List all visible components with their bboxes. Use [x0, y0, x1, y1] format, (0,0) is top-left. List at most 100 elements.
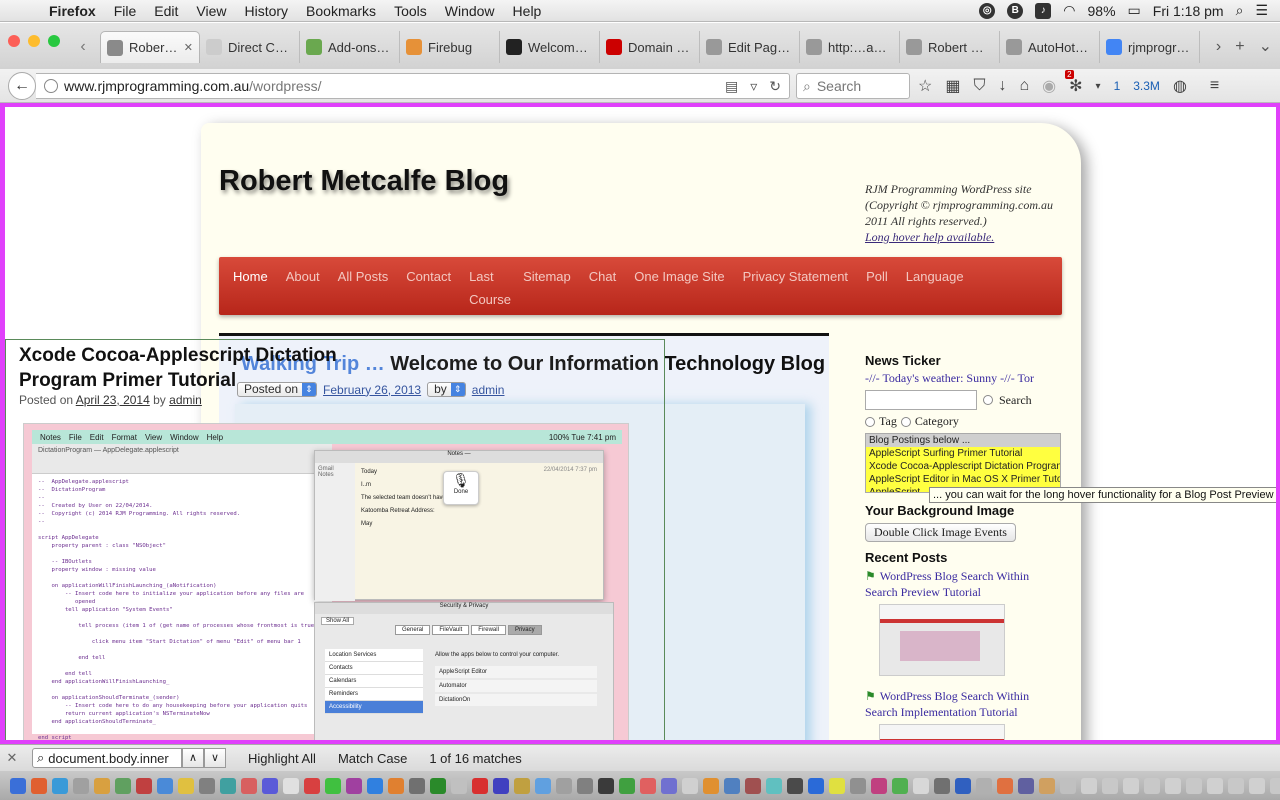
- dock-app-icon[interactable]: [913, 777, 929, 794]
- dock-app-icon[interactable]: [220, 777, 236, 794]
- dock-app-icon[interactable]: [1123, 777, 1139, 794]
- tab-4[interactable]: Welcome…: [500, 31, 600, 63]
- dock-app-icon[interactable]: [73, 777, 89, 794]
- tab-9[interactable]: AutoHotK…: [1000, 31, 1100, 63]
- category-radio[interactable]: [900, 416, 911, 427]
- dock-app-icon[interactable]: [262, 777, 278, 794]
- dock-app-icon[interactable]: [304, 777, 320, 794]
- dock-app-icon[interactable]: [535, 777, 551, 794]
- dock-app-icon[interactable]: [325, 777, 341, 794]
- dock-app-icon[interactable]: [178, 777, 194, 794]
- bookmark-star-icon[interactable]: ☆: [918, 76, 932, 96]
- news-ticker[interactable]: -//- Today's weather: Sunny -//- Tor: [865, 371, 1061, 386]
- notification-center-icon[interactable]: ☰: [1255, 2, 1268, 19]
- blog-posting-item[interactable]: AppleScript Editor in Mac OS X Primer Tu…: [866, 473, 1060, 486]
- dock-app-icon[interactable]: [745, 777, 761, 794]
- chat-icon[interactable]: ◍: [1173, 76, 1187, 96]
- menu-history[interactable]: History: [235, 3, 297, 19]
- battery-percent[interactable]: 98%: [1088, 3, 1116, 19]
- menu-window[interactable]: Window: [436, 3, 504, 19]
- menu-tools[interactable]: Tools: [385, 3, 436, 19]
- nav-language[interactable]: Language: [906, 265, 964, 315]
- dock-app-icon[interactable]: [136, 777, 152, 794]
- dock-app-icon[interactable]: [472, 777, 488, 794]
- dock-app-icon[interactable]: [1270, 777, 1280, 794]
- history-dropdown-icon[interactable]: ▿: [750, 78, 757, 95]
- nav-all-posts[interactable]: All Posts: [338, 265, 389, 315]
- recent-post-link[interactable]: ⚑ WordPress Blog Search Within Search Pre…: [865, 568, 1061, 600]
- nav-home[interactable]: Home: [233, 265, 268, 315]
- dock-app-icon[interactable]: [241, 777, 257, 794]
- tab-1[interactable]: Direct Cash A…: [200, 31, 300, 63]
- minimize-window-icon[interactable]: [28, 35, 40, 47]
- tag-radio[interactable]: [865, 416, 875, 427]
- dock-app-icon[interactable]: [514, 777, 530, 794]
- dock-app-icon[interactable]: [829, 777, 845, 794]
- firebug-dropdown-icon[interactable]: ▾: [1096, 81, 1101, 92]
- nav-chat[interactable]: Chat: [589, 265, 616, 315]
- dock-app-icon[interactable]: [430, 777, 446, 794]
- clock[interactable]: Fri 1:18 pm: [1153, 3, 1224, 19]
- close-find-bar-icon[interactable]: ✕: [0, 750, 24, 766]
- pocket-icon[interactable]: ⛉: [973, 77, 985, 95]
- dock-app-icon[interactable]: [955, 777, 971, 794]
- back-button[interactable]: ←: [8, 71, 36, 100]
- tab-2[interactable]: Add-ons …: [300, 31, 400, 63]
- status-o-icon[interactable]: ◎: [979, 2, 996, 19]
- menu-view[interactable]: View: [187, 3, 235, 19]
- nav-last-course[interactable]: Last Course: [469, 265, 511, 315]
- dock-app-icon[interactable]: [115, 777, 131, 794]
- nav-about[interactable]: About: [286, 265, 320, 315]
- tabs-scroll-left-icon[interactable]: ‹: [66, 31, 100, 63]
- status-sound-icon[interactable]: ♪: [1035, 2, 1052, 19]
- search-radio[interactable]: [983, 395, 993, 405]
- dock-app-icon[interactable]: [157, 777, 173, 794]
- dock-app-icon[interactable]: [997, 777, 1013, 794]
- tab-5[interactable]: Domain …: [600, 31, 700, 63]
- dock-app-icon[interactable]: [493, 777, 509, 794]
- dock-app-icon[interactable]: [1102, 777, 1118, 794]
- post-date-link[interactable]: April 23, 2014: [76, 393, 150, 407]
- site-identity-icon[interactable]: [44, 79, 58, 93]
- dock-app-icon[interactable]: [766, 777, 782, 794]
- dock-app-icon[interactable]: [409, 777, 425, 794]
- menu-file[interactable]: File: [105, 3, 146, 19]
- menu-bookmarks[interactable]: Bookmarks: [297, 3, 385, 19]
- post-author-link[interactable]: admin: [169, 393, 202, 407]
- nav-poll[interactable]: Poll: [866, 265, 888, 315]
- home-icon[interactable]: ⌂: [1019, 77, 1029, 95]
- sync-icon[interactable]: ◉: [1042, 76, 1056, 96]
- dock-app-icon[interactable]: [724, 777, 740, 794]
- dock-app-icon[interactable]: [850, 777, 866, 794]
- dock-app-icon[interactable]: [976, 777, 992, 794]
- dock-app-icon[interactable]: [94, 777, 110, 794]
- dock-app-icon[interactable]: [703, 777, 719, 794]
- tab-0[interactable]: Rober… ✕: [100, 31, 200, 63]
- recent-post-thumbnail[interactable]: [879, 724, 1005, 740]
- dock-app-icon[interactable]: [934, 777, 950, 794]
- nav-privacy-statement[interactable]: Privacy Statement: [743, 265, 849, 315]
- reload-icon[interactable]: ↻: [769, 78, 781, 95]
- dock-app-icon[interactable]: [1144, 777, 1160, 794]
- dock-app-icon[interactable]: [787, 777, 803, 794]
- dock-app-icon[interactable]: [661, 777, 677, 794]
- nav-one-image-site[interactable]: One Image Site: [634, 265, 724, 315]
- bookmarks-menu-icon[interactable]: ▦: [945, 76, 960, 96]
- search-box[interactable]: ⌕ Search: [796, 73, 910, 99]
- tab-7[interactable]: http:…ax.js: [800, 31, 900, 63]
- dock-app-icon[interactable]: [1249, 777, 1265, 794]
- dock-app-icon[interactable]: [892, 777, 908, 794]
- tab-8[interactable]: Robert M…: [900, 31, 1000, 63]
- dock-app-icon[interactable]: [1039, 777, 1055, 794]
- dock-app-icon[interactable]: [808, 777, 824, 794]
- close-window-icon[interactable]: [8, 35, 20, 47]
- close-tab-icon[interactable]: ✕: [184, 41, 193, 54]
- match-case-toggle[interactable]: Match Case: [338, 751, 407, 766]
- dock-app-icon[interactable]: [1207, 777, 1223, 794]
- spotlight-icon[interactable]: ⌕: [1236, 2, 1244, 19]
- menu-edit[interactable]: Edit: [145, 3, 187, 19]
- dock-app-icon[interactable]: [1186, 777, 1202, 794]
- find-previous-button[interactable]: ∧: [182, 748, 204, 768]
- dock-app-icon[interactable]: [577, 777, 593, 794]
- tab-3[interactable]: Firebug: [400, 31, 500, 63]
